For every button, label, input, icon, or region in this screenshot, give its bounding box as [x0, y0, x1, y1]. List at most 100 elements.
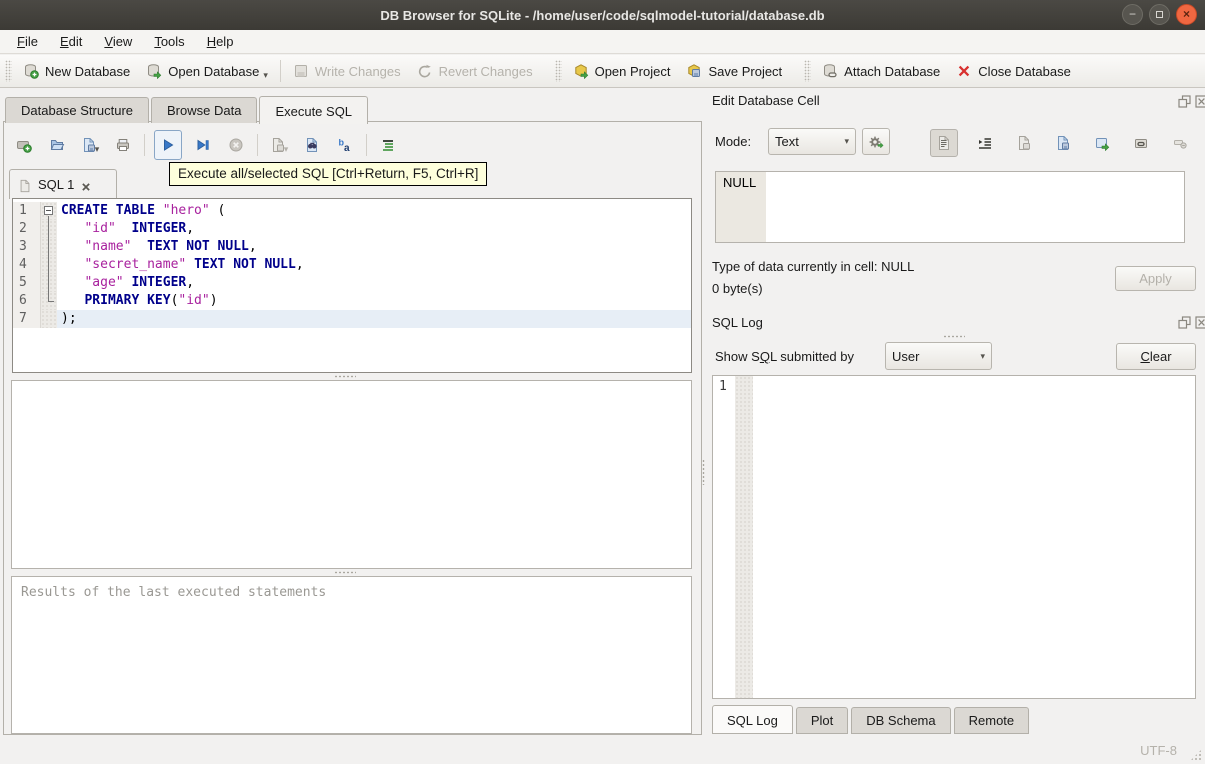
- menu-tools[interactable]: Tools: [143, 32, 195, 51]
- editor-line-2[interactable]: 2 "id" INTEGER,: [13, 220, 691, 238]
- find-replace-button[interactable]: ba: [333, 133, 357, 157]
- resize-grip[interactable]: [1190, 749, 1202, 761]
- tab-browse-data[interactable]: Browse Data: [151, 97, 258, 123]
- tab-remote[interactable]: Remote: [953, 707, 1030, 734]
- float-dock-icon[interactable]: [1178, 95, 1191, 108]
- fold-marker-icon[interactable]: [44, 206, 53, 215]
- toolbar-drag-handle[interactable]: [5, 60, 12, 82]
- auto-switch-mode-button[interactable]: [862, 128, 890, 155]
- attach-database-button[interactable]: Attach Database: [814, 59, 948, 83]
- export-icon: [1094, 135, 1110, 151]
- editor-line-7[interactable]: 7);: [13, 310, 691, 328]
- save-sql-file-button[interactable]: ▾: [78, 133, 102, 157]
- chevron-down-icon[interactable]: ▾: [263, 70, 268, 81]
- fold-line: [48, 216, 49, 301]
- print-sql-button[interactable]: [111, 133, 135, 157]
- results-grid[interactable]: [11, 380, 692, 569]
- export-button[interactable]: [1090, 131, 1114, 155]
- close-button[interactable]: ×: [1176, 4, 1197, 25]
- editor-line-5[interactable]: 5 "age" INTEGER,: [13, 274, 691, 292]
- save-project-button[interactable]: Save Project: [678, 59, 790, 83]
- chevron-down-icon: ▾: [844, 136, 849, 146]
- log-filter-select[interactable]: User ▾: [885, 342, 992, 370]
- open-database-button[interactable]: Open Database ▾: [138, 59, 276, 83]
- sql-editor[interactable]: 1 CREATE TABLE "hero" (2 "id" INTEGER, 3 "…: [12, 198, 692, 373]
- tooltip-text: Execute all/selected SQL [Ctrl+Return, F…: [178, 166, 479, 181]
- editor-line-4[interactable]: 4 "secret_name" TEXT NOT NULL,: [13, 256, 691, 274]
- splitter-handle[interactable]: [4, 570, 685, 575]
- editor-line-3[interactable]: 3 "name" TEXT NOT NULL,: [13, 238, 691, 256]
- close-dock-icon[interactable]: [1195, 316, 1205, 329]
- format-lines-icon: [380, 137, 396, 153]
- format-sql-button[interactable]: [376, 133, 400, 157]
- save-project-icon: [686, 63, 702, 79]
- float-dock-icon[interactable]: [1178, 316, 1191, 329]
- svg-text:a: a: [344, 143, 350, 153]
- tab-plot[interactable]: Plot: [795, 707, 849, 734]
- splitter-handle[interactable]: [712, 334, 1196, 339]
- toolbar-drag-handle[interactable]: [554, 60, 562, 82]
- splitter-handle[interactable]: [4, 374, 685, 379]
- text-document-toggle[interactable]: [930, 129, 958, 157]
- sql-log-view[interactable]: 1: [712, 375, 1196, 699]
- execute-current-line-button[interactable]: [191, 133, 215, 157]
- new-database-button[interactable]: New Database: [15, 59, 138, 83]
- titlebar[interactable]: DB Browser for SQLite - /home/user/code/…: [0, 0, 1205, 30]
- close-tab-icon[interactable]: [80, 179, 92, 191]
- attach-database-icon: [822, 63, 838, 79]
- clear-log-button[interactable]: Clear: [1116, 343, 1196, 370]
- save-as-icon: [1055, 135, 1071, 151]
- chevron-down-icon: ▾: [283, 143, 289, 154]
- maximize-button[interactable]: [1149, 4, 1170, 25]
- link-button[interactable]: [1129, 131, 1153, 155]
- save-project-label: Save Project: [708, 63, 783, 79]
- minimize-button[interactable]: −: [1122, 4, 1143, 25]
- tab-execute-sql[interactable]: Execute SQL: [259, 96, 369, 124]
- sql-toolbar: ▾ ▾ ba: [12, 130, 400, 160]
- text-document-icon: [936, 135, 952, 151]
- toolbar-separator: [279, 60, 281, 82]
- sql-log-dock-controls: [1178, 316, 1205, 329]
- close-dock-icon[interactable]: [1195, 95, 1205, 108]
- tab-database-structure[interactable]: Database Structure: [5, 97, 150, 123]
- execute-all-button[interactable]: [154, 130, 182, 160]
- splitter-handle[interactable]: [701, 455, 706, 489]
- editor-line-1[interactable]: 1 CREATE TABLE "hero" (: [13, 202, 691, 220]
- auto-format-button[interactable]: [973, 131, 997, 155]
- apply-label: Apply: [1139, 271, 1172, 286]
- tab-sql-log[interactable]: SQL Log: [712, 705, 793, 734]
- save-results-button: ▾: [267, 133, 291, 157]
- cell-value-editor[interactable]: NULL: [715, 171, 1185, 243]
- editor-line-6[interactable]: 6 PRIMARY KEY("id"): [13, 292, 691, 310]
- mode-select[interactable]: Text ▾: [768, 128, 856, 155]
- menu-edit[interactable]: Edit: [49, 32, 93, 51]
- edit-cell-dock-controls: [1178, 95, 1205, 108]
- mode-label: Mode:: [715, 134, 752, 149]
- menu-help[interactable]: Help: [196, 32, 245, 51]
- new-sql-tab-button[interactable]: [12, 133, 36, 157]
- revert-changes-label: Revert Changes: [438, 63, 533, 79]
- tab-db-schema[interactable]: DB Schema: [851, 707, 951, 734]
- maximize-icon: [1156, 11, 1163, 18]
- close-database-button[interactable]: Close Database: [948, 59, 1079, 83]
- apply-button: Apply: [1115, 266, 1196, 291]
- sql-log-dock-title: SQL Log: [712, 315, 763, 330]
- set-null-button: [1168, 131, 1192, 155]
- stop-execution-button: [224, 133, 248, 157]
- close-database-icon: [956, 63, 972, 79]
- close-database-label: Close Database: [978, 63, 1071, 79]
- open-sql-file-button[interactable]: [45, 133, 69, 157]
- menu-view[interactable]: View: [93, 32, 143, 51]
- save-as-button[interactable]: [1051, 131, 1075, 155]
- toolbar-drag-handle[interactable]: [804, 60, 812, 82]
- new-database-label: New Database: [45, 63, 131, 79]
- replace-icon: ba: [337, 137, 353, 154]
- new-tab-icon: [16, 137, 32, 153]
- chevron-down-icon[interactable]: ▾: [95, 144, 100, 155]
- write-changes-label: Write Changes: [314, 63, 401, 79]
- results-message-pane[interactable]: Results of the last executed statements: [11, 576, 692, 734]
- open-project-button[interactable]: Open Project: [565, 59, 679, 83]
- sql-document-tab[interactable]: SQL 1: [9, 169, 117, 199]
- find-button[interactable]: [300, 133, 324, 157]
- menu-file[interactable]: File: [6, 32, 49, 51]
